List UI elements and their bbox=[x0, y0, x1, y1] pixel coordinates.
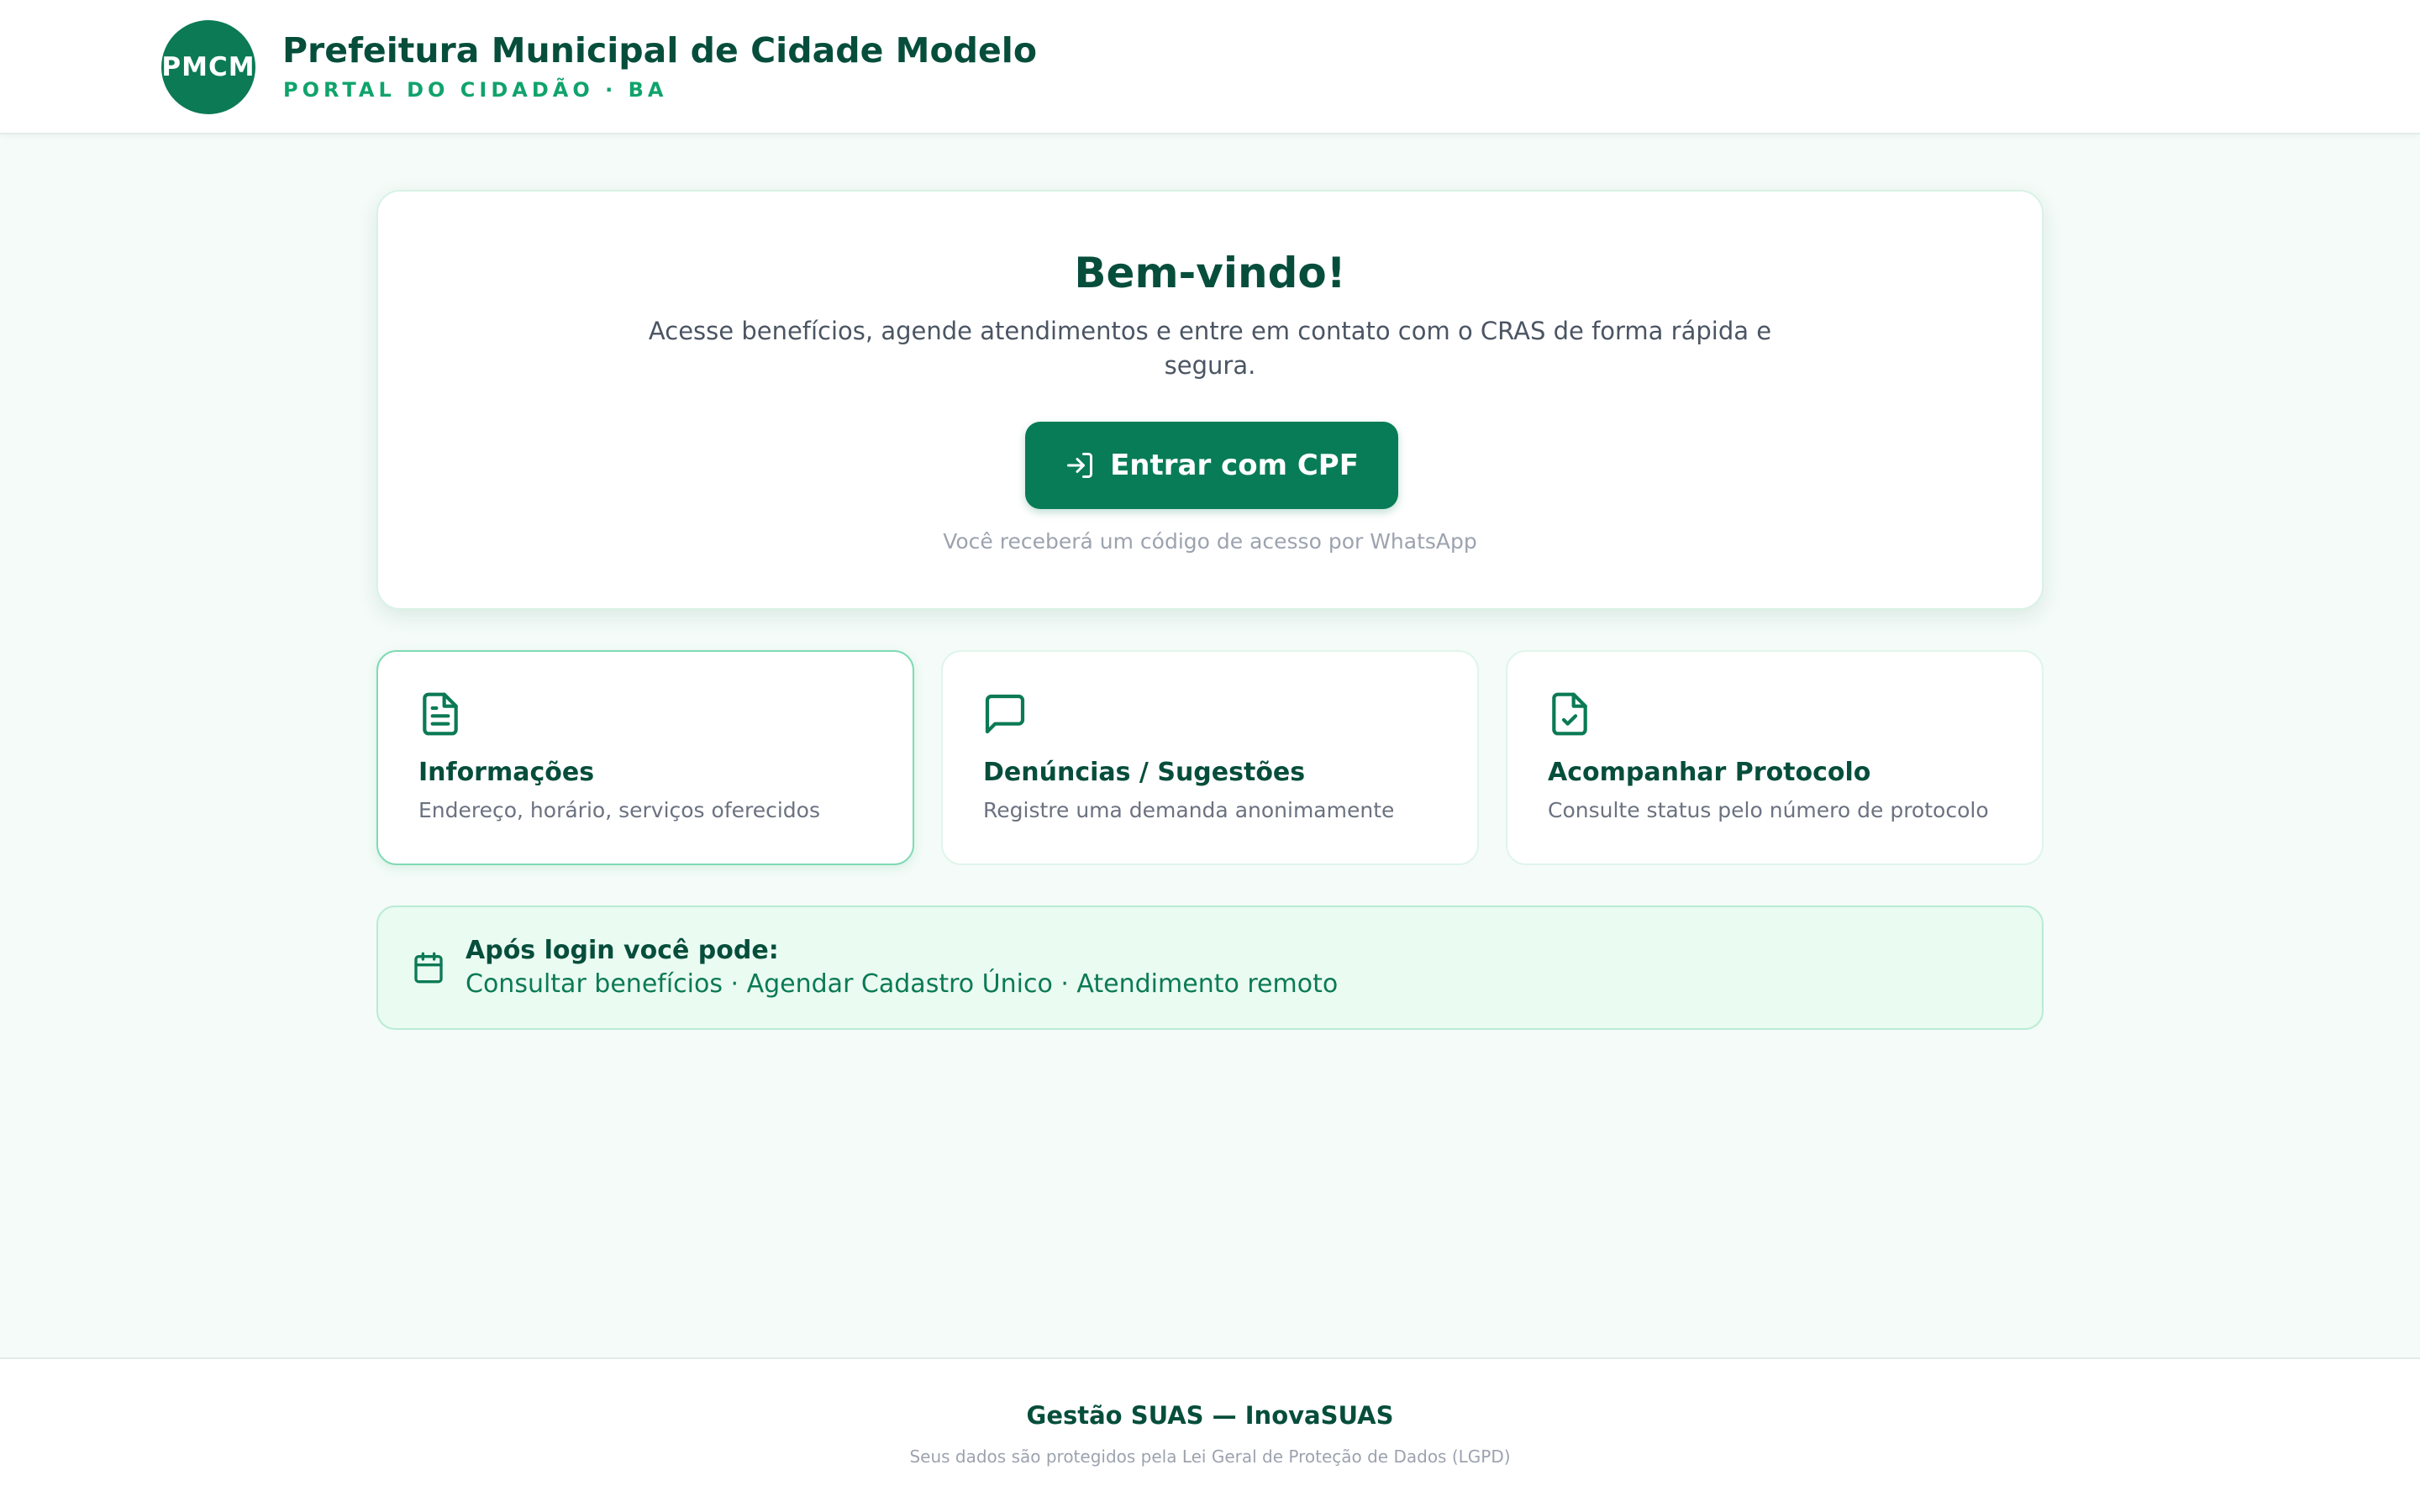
message-square-icon bbox=[985, 694, 1025, 734]
banner-text: Consultar benefícios · Agendar Cadastro … bbox=[466, 969, 1339, 999]
login-cpf-button[interactable]: Entrar com CPF bbox=[1025, 422, 1398, 509]
card-acompanhar-protocolo[interactable]: Acompanhar Protocolo Consulte status pel… bbox=[1506, 650, 2044, 865]
footer-title: Gestão SUAS — InovaSUAS bbox=[1026, 1401, 1394, 1430]
site-subtitle: PORTAL DO CIDADÃO · BA bbox=[283, 78, 668, 102]
lgpd-notice: Seus dados são protegidos pela Lei Geral… bbox=[909, 1446, 1511, 1467]
card-title: Denúncias / Sugestões bbox=[983, 758, 1306, 787]
site-footer: Gestão SUAS — InovaSUAS Seus dados são p… bbox=[0, 1357, 2420, 1512]
card-description: Registre uma demanda anonimamente bbox=[983, 798, 1395, 822]
welcome-title: Bem-vindo! bbox=[1074, 249, 1346, 297]
file-text-icon bbox=[423, 692, 458, 736]
site-title[interactable]: Prefeitura Municipal de Cidade Modelo bbox=[282, 30, 1037, 71]
banner-title: Após login você pode: bbox=[466, 936, 779, 965]
login-cpf-label: Entrar com CPF bbox=[1110, 449, 1359, 482]
card-denuncias-sugestoes[interactable]: Denúncias / Sugestões Registre uma deman… bbox=[941, 650, 1479, 865]
welcome-card: Bem-vindo! Acesse benefícios, agende ate… bbox=[376, 190, 2044, 610]
card-title: Informações bbox=[418, 758, 595, 787]
file-check-icon bbox=[1552, 692, 1587, 736]
calendar-icon bbox=[414, 952, 443, 984]
card-title: Acompanhar Protocolo bbox=[1548, 758, 1871, 787]
municipality-logo[interactable]: PMCM bbox=[161, 20, 255, 114]
log-in-icon bbox=[1067, 453, 1093, 478]
card-description: Consulte status pelo número de protocolo bbox=[1548, 798, 1989, 822]
welcome-description: Acesse benefícios, agende atendimentos e… bbox=[648, 317, 1772, 380]
login-hint: Você receberá um código de acesso por Wh… bbox=[943, 529, 1477, 554]
card-informacoes[interactable]: Informações Endereço, horário, serviços … bbox=[376, 650, 914, 865]
site-header: PMCM Prefeitura Municipal de Cidade Mode… bbox=[0, 0, 2420, 134]
card-description: Endereço, horário, serviços oferecidos bbox=[418, 798, 820, 822]
post-login-info-banner: Após login você pode: Consultar benefíci… bbox=[376, 906, 2044, 1030]
